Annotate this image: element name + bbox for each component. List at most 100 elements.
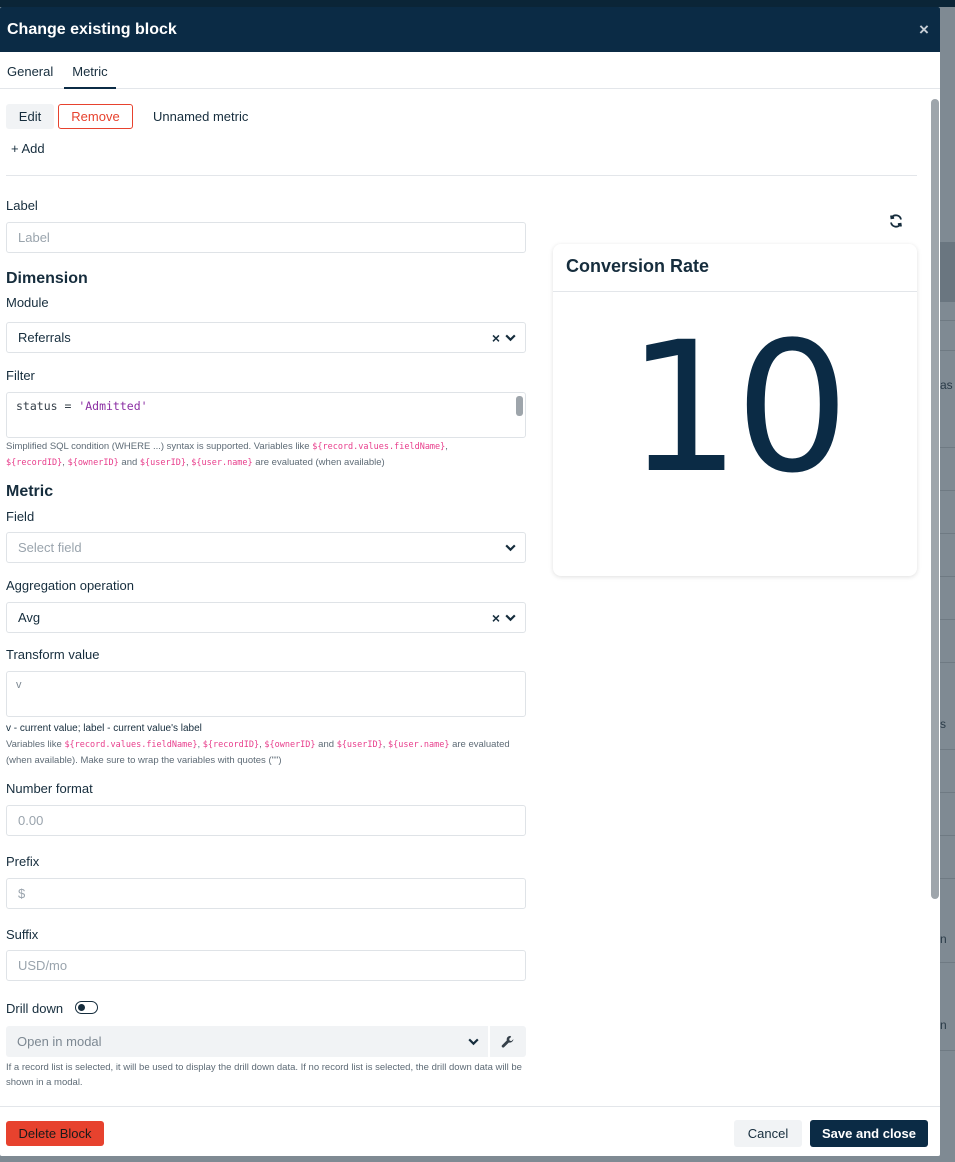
remove-metric-button[interactable]: Remove [58, 104, 133, 129]
delete-block-button[interactable]: Delete Block [6, 1121, 104, 1146]
number-format-label: Number format [6, 781, 93, 796]
metric-name[interactable]: Unnamed metric [153, 109, 248, 124]
preview-value: 10 [626, 304, 849, 513]
hint-variable: ${ownerID} [67, 458, 119, 468]
drill-down-select[interactable]: Open in modal [6, 1026, 488, 1057]
label-input[interactable]: Label [6, 222, 526, 253]
metric-heading: Metric [6, 483, 54, 500]
change-block-modal: Change existing block × General Metric E… [0, 7, 940, 1156]
suffix-label: Suffix [6, 927, 39, 942]
transform-textarea[interactable]: v [6, 671, 526, 717]
label-field-label: Label [6, 198, 38, 213]
edit-metric-button[interactable]: Edit [6, 104, 54, 129]
dimension-heading: Dimension [6, 270, 88, 287]
background-row [940, 662, 955, 663]
background-row [940, 962, 955, 963]
modal-body: Edit Remove Unnamed metric + Add Label L… [0, 89, 930, 1104]
hint-variable: ${user.name} [191, 458, 253, 468]
field-field-label: Field [6, 509, 35, 524]
aggregation-select-value: Avg [18, 610, 41, 625]
app-topbar [0, 0, 955, 7]
drill-down-hint: If a record list is selected, it will be… [6, 1062, 522, 1088]
background-app-strip: as s n n [940, 7, 955, 1162]
background-text: n [940, 932, 947, 946]
chevron-down-icon[interactable] [504, 611, 517, 624]
modal-header: Change existing block × [0, 7, 940, 52]
hint-variable: ${ownerID} [264, 740, 316, 750]
hint-variable: ${record.values.fieldName} [312, 442, 446, 452]
hint-variable: ${userID} [336, 740, 383, 750]
drill-down-settings-button[interactable] [490, 1026, 526, 1057]
filter-textarea[interactable]: status = 'Admitted' [6, 392, 526, 438]
clear-icon[interactable]: × [492, 330, 500, 346]
drill-down-label: Drill down [6, 1001, 64, 1016]
chevron-down-icon[interactable] [504, 331, 517, 344]
tab-general[interactable]: General [7, 52, 53, 88]
prefix-label: Prefix [6, 854, 40, 869]
hint-variable: ${recordID} [202, 740, 260, 750]
background-row [940, 835, 955, 836]
modal-scrollbar[interactable] [931, 99, 939, 899]
metric-list-bar: Edit Remove Unnamed metric [6, 104, 248, 129]
add-metric-button[interactable]: + Add [11, 141, 45, 156]
hint-text: Simplified SQL condition (WHERE ...) syn… [6, 441, 313, 452]
transform-value: v [16, 679, 22, 691]
background-row [940, 576, 955, 577]
field-select[interactable]: Select field [6, 532, 526, 563]
aggregation-field-label: Aggregation operation [6, 578, 134, 593]
refresh-icon[interactable] [888, 213, 904, 229]
background-row [940, 447, 955, 448]
save-and-close-button[interactable]: Save and close [810, 1120, 928, 1147]
divider [6, 175, 917, 176]
wrench-icon [501, 1035, 514, 1048]
hint-text: Variables like [6, 739, 65, 750]
prefix-input[interactable]: $ [6, 878, 526, 909]
chevron-down-icon[interactable] [504, 541, 517, 554]
filter-hint: Simplified SQL condition (WHERE ...) syn… [6, 439, 526, 471]
close-icon[interactable]: × [915, 20, 933, 40]
background-row [940, 749, 955, 750]
background-row [940, 350, 955, 351]
background-row [940, 320, 955, 321]
background-bottom [0, 1156, 955, 1162]
drill-down-toggle[interactable] [75, 1001, 98, 1014]
modal-title: Change existing block [7, 20, 177, 38]
hint-variable: ${userID} [139, 458, 186, 468]
background-row [940, 619, 955, 620]
filter-code-key: status = [16, 399, 79, 413]
clear-icon[interactable]: × [492, 610, 500, 626]
textarea-scrollbar[interactable] [516, 396, 523, 416]
filter-code: status = 'Admitted' [7, 393, 525, 413]
module-select[interactable]: Referrals × [6, 322, 526, 353]
background-text: n [940, 1018, 947, 1032]
metric-preview-card: Conversion Rate 10 [553, 244, 917, 576]
background-row [940, 792, 955, 793]
select-controls: × [492, 610, 525, 626]
background-row [940, 878, 955, 879]
chevron-down-icon[interactable] [467, 1035, 480, 1048]
background-row [940, 1050, 955, 1051]
aggregation-select[interactable]: Avg × [6, 602, 526, 633]
hint-text: , [445, 441, 448, 452]
drill-down-select-value: Open in modal [17, 1034, 102, 1049]
hint-text: are evaluated (when available) [252, 457, 385, 468]
transform-hint: Variables like ${record.values.fieldName… [6, 737, 526, 768]
modal-tabs: General Metric [0, 52, 940, 89]
preview-title: Conversion Rate [553, 244, 917, 292]
module-select-value: Referrals [18, 330, 71, 345]
hint-text: and [118, 457, 140, 468]
drill-down-row: Drill down [6, 1001, 106, 1017]
background-row [940, 490, 955, 491]
filter-field-label: Filter [6, 368, 35, 383]
hint-variable: ${recordID} [6, 458, 63, 468]
field-select-placeholder: Select field [18, 540, 82, 555]
filter-code-value: 'Admitted' [78, 399, 148, 413]
background-block [940, 242, 955, 302]
cancel-button[interactable]: Cancel [734, 1120, 802, 1147]
background-row [940, 533, 955, 534]
select-controls: × [492, 330, 525, 346]
suffix-input[interactable]: USD/mo [6, 950, 526, 981]
tab-metric[interactable]: Metric [64, 52, 117, 89]
number-format-input[interactable]: 0.00 [6, 805, 526, 836]
modal-footer: Delete Block Cancel Save and close [0, 1106, 940, 1156]
